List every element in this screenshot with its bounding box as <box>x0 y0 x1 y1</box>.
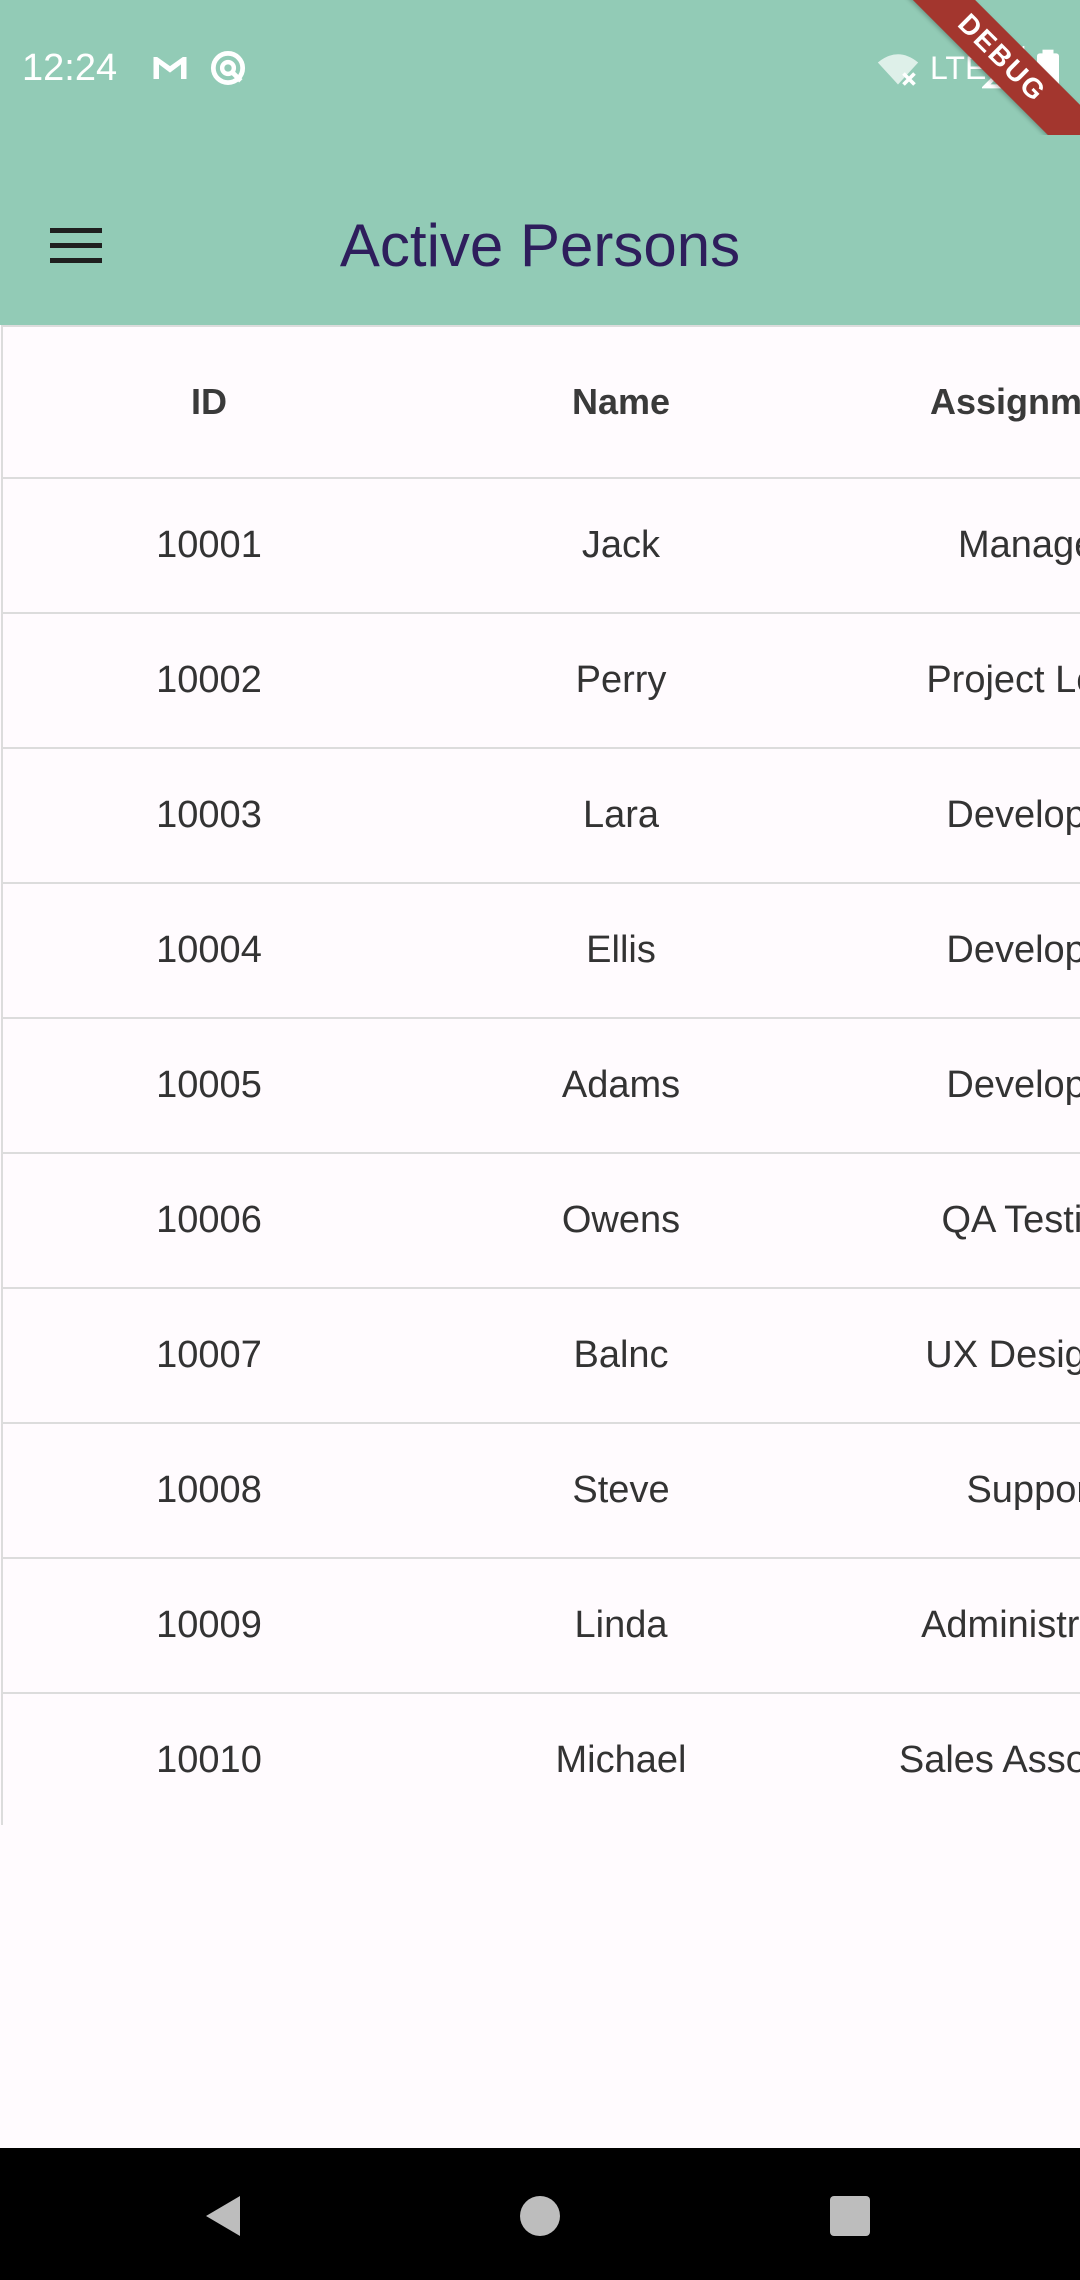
cell-name: Owens <box>561 1199 681 1241</box>
status-time: 12:24 <box>22 47 118 89</box>
cell-name: Lara <box>582 794 660 836</box>
home-circle-icon[interactable] <box>516 2192 564 2240</box>
cell-name: Ellis <box>586 929 656 971</box>
cell-id: 10002 <box>156 659 262 701</box>
cell-assignment: Developer <box>946 1064 1080 1106</box>
table-row[interactable]: 10006 Owens QA Testing <box>3 1154 1080 1289</box>
cell-assignment: Support <box>966 1469 1080 1511</box>
status-bar: 12:24 LTE <box>0 0 1080 135</box>
cell-id: 10010 <box>156 1739 262 1781</box>
cell-id: 10003 <box>156 794 262 836</box>
cell-name: Linda <box>574 1604 668 1646</box>
table-row[interactable]: 10001 Jack Manager <box>3 479 1080 614</box>
cell-assignment: Project Lead <box>926 659 1080 701</box>
back-triangle-icon[interactable] <box>200 2192 248 2240</box>
cell-name: Steve <box>572 1469 670 1511</box>
cell-assignment: Developer <box>946 929 1080 971</box>
table-row[interactable]: 10002 Perry Project Lead <box>3 614 1080 749</box>
cell-assignment: Manager <box>958 524 1080 566</box>
persons-table-container[interactable]: ID Name Assignment 10001 Jack Manager 10… <box>0 325 1080 1825</box>
table-row[interactable]: 10007 Balnc UX Designer <box>3 1289 1080 1424</box>
cell-assignment: Developer <box>946 794 1080 836</box>
cell-name: Michael <box>555 1739 687 1781</box>
header-name[interactable]: Name <box>415 327 827 477</box>
recents-square-icon[interactable] <box>826 2192 874 2240</box>
page-title: Active Persons <box>339 212 741 279</box>
table-row[interactable]: 10008 Steve Support <box>3 1424 1080 1559</box>
header-assignment[interactable]: Assignment <box>827 327 1080 477</box>
cell-name: Adams <box>561 1064 681 1106</box>
header-id[interactable]: ID <box>3 327 415 477</box>
cell-name: Perry <box>575 659 667 701</box>
cell-id: 10001 <box>156 524 262 566</box>
cell-name: Balnc <box>573 1334 669 1376</box>
table-row[interactable]: 10010 Michael Sales Associate <box>3 1694 1080 1825</box>
gmail-icon <box>153 57 187 79</box>
cell-assignment: Sales Associate <box>898 1739 1080 1781</box>
cell-name: Jack <box>581 524 661 566</box>
cell-assignment: QA Testing <box>941 1199 1080 1241</box>
cell-id: 10006 <box>156 1199 262 1241</box>
cell-id: 10004 <box>156 929 262 971</box>
cell-id: 10007 <box>156 1334 262 1376</box>
cell-id: 10008 <box>156 1469 262 1511</box>
wifi-off-icon <box>877 54 919 86</box>
table-header-row: ID Name Assignment <box>3 327 1080 479</box>
table-row[interactable]: 10004 Ellis Developer <box>3 884 1080 1019</box>
table-row[interactable]: 10003 Lara Developer <box>3 749 1080 884</box>
sync-icon <box>210 50 246 86</box>
cell-id: 10005 <box>156 1064 262 1106</box>
table-row[interactable]: 10009 Linda Administrator <box>3 1559 1080 1694</box>
cell-id: 10009 <box>156 1604 262 1646</box>
persons-table: ID Name Assignment 10001 Jack Manager 10… <box>1 325 1080 1825</box>
cell-assignment: Administrator <box>921 1604 1080 1646</box>
table-row[interactable]: 10005 Adams Developer <box>3 1019 1080 1154</box>
cell-assignment: UX Designer <box>925 1334 1080 1376</box>
